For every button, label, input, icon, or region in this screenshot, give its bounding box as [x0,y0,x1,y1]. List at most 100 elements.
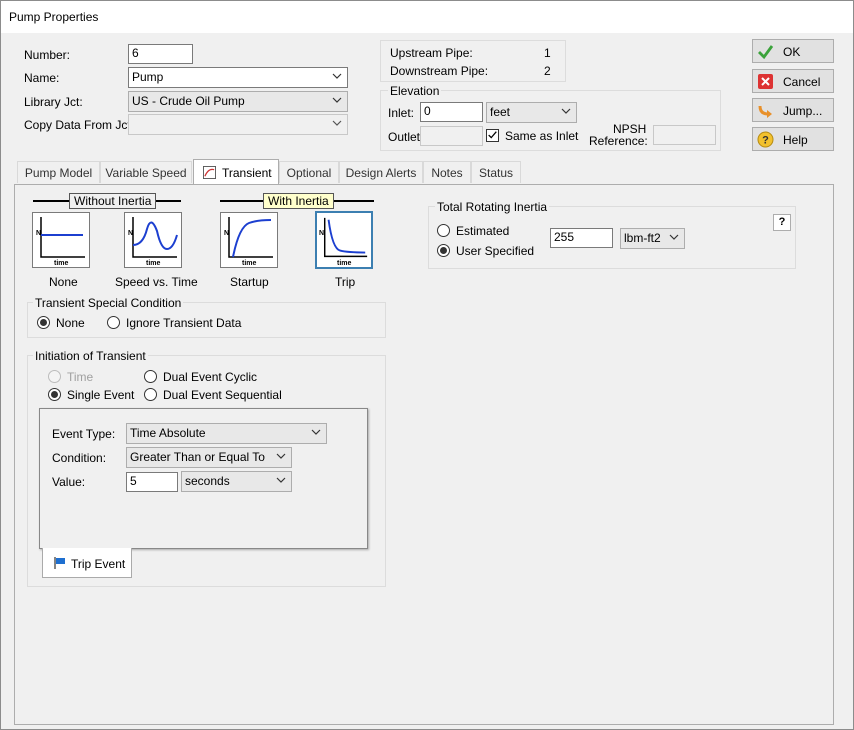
initiation-title: Initiation of Transient [33,349,148,363]
tab-label: Status [478,166,514,180]
user-specified-label: User Specified [456,244,535,258]
library-value: US - Crude Oil Pump [132,94,245,108]
cancel-icon [758,74,773,89]
ok-label: OK [783,45,801,59]
axis-n-label: N [36,230,42,237]
elevation-title: Elevation [388,84,442,98]
dual-event-cyclic-radio[interactable] [144,370,157,383]
estimated-radio[interactable] [437,224,450,237]
cancel-button[interactable]: Cancel [752,69,834,93]
chevron-down-icon [669,234,679,240]
number-input[interactable]: 6 [128,44,193,64]
special-none-radio[interactable] [37,316,50,329]
trip-event-tab[interactable]: Trip Event [42,548,132,578]
inlet-input[interactable]: 0 [420,102,483,122]
name-label: Name: [24,71,60,85]
name-value: Pump [132,70,164,84]
downstream-pipe-label: Downstream Pipe: [390,64,489,78]
svg-text:?: ? [762,135,769,147]
tab-variable-speed[interactable]: Variable Speed [100,161,192,183]
event-type-value: Time Absolute [130,426,206,440]
tab-design-alerts[interactable]: Design Alerts [339,161,423,183]
same-as-inlet-checkbox[interactable] [486,129,499,142]
tab-label: Pump Model [24,166,93,180]
dual-event-sequential-radio[interactable] [144,388,157,401]
tab-status[interactable]: Status [471,161,521,183]
chevron-down-icon [276,477,286,483]
check-icon [488,131,497,139]
value-label: Value: [52,475,86,489]
estimated-label: Estimated [456,224,510,238]
ok-button[interactable]: OK [752,39,834,63]
user-specified-radio[interactable] [437,244,450,257]
trip-curve-icon [323,217,368,258]
pump-properties-window: Pump Properties Number: 6 Name: Pump Lib… [0,0,854,730]
title-bar: Pump Properties [1,1,853,33]
axis-time-label: time [54,260,69,267]
event-type-select[interactable]: Time Absolute [126,423,327,444]
tab-transient[interactable]: Transient [193,159,279,185]
library-label: Library Jct: [24,95,83,109]
inertia-unit-select[interactable]: lbm-ft2 [620,228,685,249]
single-event-radio[interactable] [48,388,61,401]
inlet-label: Inlet: [388,106,415,120]
jump-label: Jump... [783,104,823,118]
tab-label: Variable Speed [105,166,187,180]
outlet-input[interactable] [420,126,483,146]
wave-curve-icon [132,217,178,258]
special-none-label: None [56,316,85,330]
tab-pump-model[interactable]: Pump Model [17,161,100,183]
tab-label: Design Alerts [345,166,417,180]
condition-select[interactable]: Greater Than or Equal To [126,447,292,468]
axis-time-label: time [337,260,352,267]
copy-data-label: Copy Data From Jct... [24,118,141,132]
chevron-down-icon [332,73,342,79]
upstream-pipe-label: Upstream Pipe: [390,46,473,60]
startup-curve-icon [228,217,273,258]
reference-label: Reference: [589,134,648,148]
elevation-unit-value: feet [490,105,511,119]
tab-notes[interactable]: Notes [423,161,471,183]
jump-button[interactable]: Jump... [752,98,834,122]
event-type-label: Event Type: [52,427,116,441]
upstream-pipe-value: 1 [544,46,551,60]
without-inertia-label: Without Inertia [69,193,157,209]
checkmark-icon [758,45,774,60]
same-as-inlet-label: Same as Inlet [505,129,579,143]
ignore-transient-label: Ignore Transient Data [126,316,242,330]
axis-n-label: N [224,230,230,237]
npsh-reference-input[interactable] [653,125,716,145]
help-icon: ? [757,131,774,148]
inertia-value-input[interactable]: 255 [550,228,613,248]
downstream-pipe-value: 2 [544,64,551,78]
flat-curve-icon [40,217,85,258]
jump-arrow-icon [758,105,772,118]
ignore-transient-radio[interactable] [107,316,120,329]
inertia-unit-value: lbm-ft2 [624,231,661,245]
inertia-help-button[interactable]: ? [773,214,791,231]
value-unit-select[interactable]: seconds [181,471,292,492]
help-button[interactable]: ? Help [752,127,834,151]
condition-label: Condition: [52,451,107,465]
condition-value: Greater Than or Equal To [130,450,265,464]
graph-trip-label: Trip [335,275,356,289]
dual-event-cyclic-label: Dual Event Cyclic [163,370,258,384]
help-label: Help [783,133,808,147]
copy-data-select[interactable] [128,114,348,135]
value-input[interactable]: 5 [126,472,178,492]
special-condition-title: Transient Special Condition [33,296,184,310]
graph-none-label: None [49,275,78,289]
library-select[interactable]: US - Crude Oil Pump [128,91,348,112]
axis-n-label: N [128,230,134,237]
cancel-label: Cancel [783,75,821,89]
tab-optional[interactable]: Optional [279,161,339,183]
chevron-down-icon [311,429,321,435]
elevation-unit-select[interactable]: feet [486,102,577,123]
axis-time-label: time [242,260,257,267]
time-radio[interactable] [48,370,61,383]
name-combobox[interactable]: Pump [128,67,348,88]
trip-event-tab-label: Trip Event [71,557,126,571]
single-event-label: Single Event [67,388,135,402]
graph-speed-vs-time-label: Speed vs. Time [115,275,198,289]
window-title: Pump Properties [9,10,99,24]
